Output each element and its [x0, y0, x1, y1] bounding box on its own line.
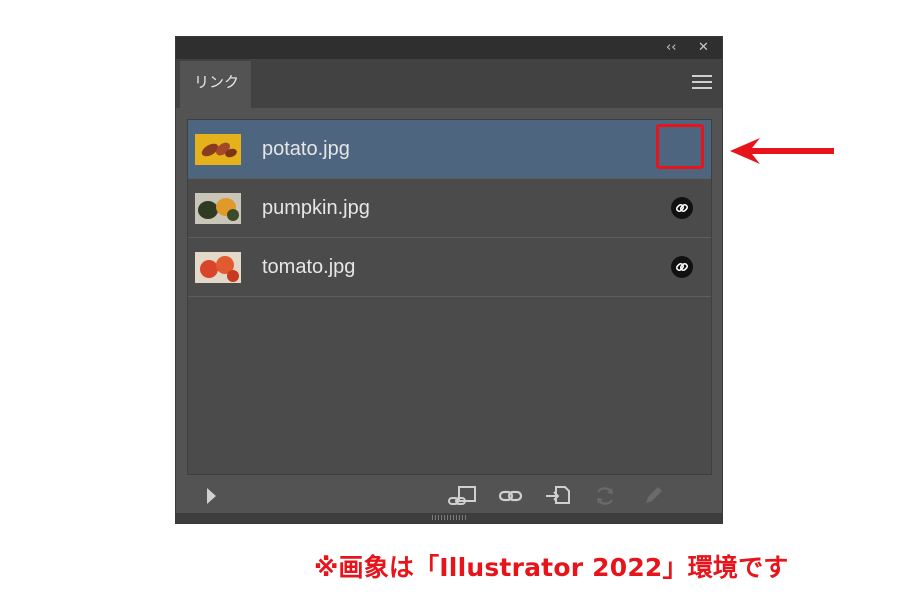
links-list: potato.jpg pumpkin.jpg tomato.jpg	[187, 119, 712, 475]
links-panel: ‹‹ ✕ リンク potato.jpg pumpkin.jpg tomato.j…	[175, 36, 723, 524]
panel-titlebar: ‹‹ ✕	[176, 37, 722, 59]
go-to-link-icon[interactable]	[544, 483, 570, 509]
relink-icon[interactable]	[498, 483, 524, 509]
panel-menu-icon[interactable]	[692, 75, 712, 91]
pumpkin-thumbnail	[195, 193, 241, 224]
tab-row: リンク	[176, 59, 722, 108]
collapse-icon[interactable]: ‹‹	[666, 39, 676, 57]
close-icon[interactable]: ✕	[698, 39, 709, 57]
edit-original-icon	[640, 483, 666, 509]
link-filename: potato.jpg	[262, 138, 350, 160]
pointer-arrow-icon	[730, 138, 834, 164]
update-link-icon	[592, 483, 618, 509]
list-item[interactable]: potato.jpg	[188, 120, 711, 179]
expand-triangle-icon[interactable]	[200, 483, 226, 509]
list-item[interactable]: tomato.jpg	[188, 238, 711, 297]
embedded-link-icon	[670, 196, 694, 220]
panel-toolbar	[176, 477, 722, 515]
list-item[interactable]: pumpkin.jpg	[188, 179, 711, 238]
relink-from-libraries-icon[interactable]	[446, 483, 476, 509]
link-filename: tomato.jpg	[262, 256, 356, 278]
highlight-box	[656, 124, 704, 169]
annotation-note: ※画象は「Illustrator 2022」環境です	[314, 553, 789, 582]
link-filename: pumpkin.jpg	[262, 197, 370, 219]
resize-grip[interactable]	[176, 513, 722, 523]
grip-dots	[432, 515, 466, 520]
embedded-link-icon	[670, 255, 694, 279]
tomato-thumbnail	[195, 252, 241, 283]
tab-links[interactable]: リンク	[180, 61, 251, 108]
potato-thumbnail	[195, 134, 241, 165]
